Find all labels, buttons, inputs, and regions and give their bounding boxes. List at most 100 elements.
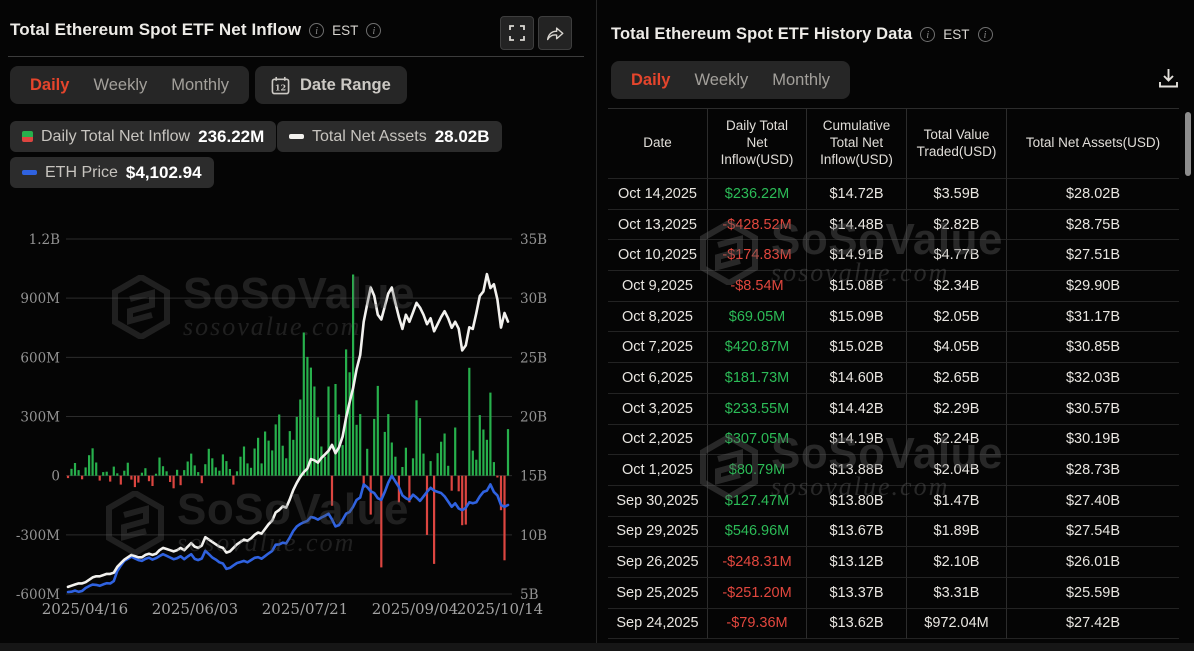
right-panel-header: Total Ethereum Spot ETF History Data i E… <box>611 25 993 44</box>
svg-text:0: 0 <box>51 469 60 485</box>
table-row: Sep 30,2025$127.47M$13.80B$1.47B$27.40B <box>608 486 1179 517</box>
table-cell: $181.73M <box>708 363 807 394</box>
table-cell: $26.01B <box>1007 547 1179 578</box>
chart-period-tabs: DailyWeeklyMonthly <box>10 66 249 104</box>
tab-weekly[interactable]: Weekly <box>83 70 157 101</box>
tab-monthly[interactable]: Monthly <box>161 70 239 101</box>
table-period-tabs: DailyWeeklyMonthly <box>611 61 850 99</box>
share-button[interactable] <box>538 16 572 50</box>
legend-swatch-icon <box>22 131 33 142</box>
fullscreen-button[interactable] <box>500 16 534 50</box>
table-cell: $2.82B <box>907 210 1007 241</box>
legend-swatch-icon <box>289 134 304 139</box>
timezone-label: EST <box>332 23 358 38</box>
horizontal-scrollbar-track[interactable] <box>0 643 1194 651</box>
svg-text:35B: 35B <box>520 232 547 248</box>
tab-daily[interactable]: Daily <box>20 70 79 101</box>
svg-text:12: 12 <box>275 82 286 92</box>
table-cell: -$248.31M <box>708 547 807 578</box>
legend-label: Daily Total Net Inflow <box>41 128 190 146</box>
table-cell: $30.57B <box>1007 394 1179 425</box>
download-icon <box>1157 66 1180 90</box>
table-row: Oct 10,2025-$174.83M$14.91B$4.77B$27.51B <box>608 240 1179 271</box>
legend-chip-net-inflow[interactable]: Daily Total Net Inflow236.22M <box>10 121 276 152</box>
tab-daily[interactable]: Daily <box>621 65 680 96</box>
table-cell: Oct 13,2025 <box>608 210 708 241</box>
table-cell: $13.88B <box>807 455 907 486</box>
table-cell: $28.75B <box>1007 210 1179 241</box>
table-header-cell: Total Value Traded(USD) <box>907 109 1007 179</box>
svg-text:2025/04/16: 2025/04/16 <box>42 600 128 618</box>
table-cell: $13.12B <box>807 547 907 578</box>
table-row: Oct 14,2025$236.22M$14.72B$3.59B$28.02B <box>608 179 1179 210</box>
info-icon[interactable]: i <box>309 23 324 38</box>
table-cell: -$428.52M <box>708 210 807 241</box>
tab-weekly[interactable]: Weekly <box>684 65 758 96</box>
calendar-icon: 12 <box>271 76 290 95</box>
svg-text:900M: 900M <box>20 291 60 307</box>
table-cell: $2.05B <box>907 302 1007 333</box>
legend-chip-net-assets[interactable]: Total Net Assets28.02B <box>277 121 502 152</box>
table-row: Oct 3,2025$233.55M$14.42B$2.29B$30.57B <box>608 394 1179 425</box>
header-divider <box>8 56 584 57</box>
table-cell: $546.96M <box>708 517 807 548</box>
table-cell: $80.79M <box>708 455 807 486</box>
table-row: Oct 1,2025$80.79M$13.88B$2.04B$28.73B <box>608 455 1179 486</box>
svg-text:25B: 25B <box>520 350 547 366</box>
table-header-cell: Date <box>608 109 708 179</box>
table-cell: $2.29B <box>907 394 1007 425</box>
table-cell: $14.72B <box>807 179 907 210</box>
table-scrollbar[interactable] <box>1185 112 1191 176</box>
svg-text:2025/06/03: 2025/06/03 <box>152 600 238 618</box>
table-cell: Sep 29,2025 <box>608 517 708 548</box>
table-row: Oct 6,2025$181.73M$14.60B$2.65B$32.03B <box>608 363 1179 394</box>
download-button[interactable] <box>1157 66 1180 95</box>
table-cell: Oct 10,2025 <box>608 240 708 271</box>
table-row: Oct 9,2025-$8.54M$15.08B$2.34B$29.90B <box>608 271 1179 302</box>
table-cell: Oct 3,2025 <box>608 394 708 425</box>
table-cell: -$79.36M <box>708 609 807 640</box>
svg-text:15B: 15B <box>520 469 547 485</box>
svg-text:20B: 20B <box>520 410 547 426</box>
info-icon[interactable]: i <box>920 27 935 42</box>
table-cell: $4.05B <box>907 332 1007 363</box>
table-cell: $29.90B <box>1007 271 1179 302</box>
tab-monthly[interactable]: Monthly <box>762 65 840 96</box>
table-row: Sep 26,2025-$248.31M$13.12B$2.10B$26.01B <box>608 547 1179 578</box>
legend-chip-eth-price[interactable]: ETH Price$4,102.94 <box>10 157 214 188</box>
table-cell: Oct 2,2025 <box>608 425 708 456</box>
table-cell: $13.62B <box>807 609 907 640</box>
table-cell: $2.04B <box>907 455 1007 486</box>
table-cell: $14.91B <box>807 240 907 271</box>
table-cell: Oct 7,2025 <box>608 332 708 363</box>
table-cell: $3.59B <box>907 179 1007 210</box>
timezone-label: EST <box>943 27 969 42</box>
legend-value: $4,102.94 <box>126 163 202 183</box>
table-cell: -$251.20M <box>708 578 807 609</box>
table-cell: $13.37B <box>807 578 907 609</box>
table-row: Sep 29,2025$546.96M$13.67B$1.89B$27.54B <box>608 517 1179 548</box>
svg-text:2025/07/21: 2025/07/21 <box>262 600 348 618</box>
svg-text:30B: 30B <box>520 291 547 307</box>
table-header-cell: Total Net Assets(USD) <box>1007 109 1179 179</box>
table-cell: $3.31B <box>907 578 1007 609</box>
table-cell: $236.22M <box>708 179 807 210</box>
table-row: Oct 8,2025$69.05M$15.09B$2.05B$31.17B <box>608 302 1179 333</box>
etf-flow-chart[interactable]: 1.2B35B900M30B600M25B300M20B015B-300M10B… <box>0 222 596 627</box>
info-icon[interactable]: i <box>366 23 381 38</box>
info-icon[interactable]: i <box>978 27 993 42</box>
history-data-panel: Total Ethereum Spot ETF History Data i E… <box>596 0 1194 643</box>
svg-text:600M: 600M <box>20 350 60 366</box>
net-inflow-panel: Total Ethereum Spot ETF Net Inflow i EST… <box>0 0 596 643</box>
svg-text:2025/09/04: 2025/09/04 <box>372 600 458 618</box>
date-range-button[interactable]: 12 Date Range <box>255 66 407 104</box>
table-cell: $69.05M <box>708 302 807 333</box>
table-cell: $127.47M <box>708 486 807 517</box>
table-cell: $1.47B <box>907 486 1007 517</box>
table-cell: $32.03B <box>1007 363 1179 394</box>
table-cell: $27.42B <box>1007 609 1179 640</box>
table-cell: $30.19B <box>1007 425 1179 456</box>
table-cell: $233.55M <box>708 394 807 425</box>
table-cell: $14.42B <box>807 394 907 425</box>
table-cell: $2.24B <box>907 425 1007 456</box>
